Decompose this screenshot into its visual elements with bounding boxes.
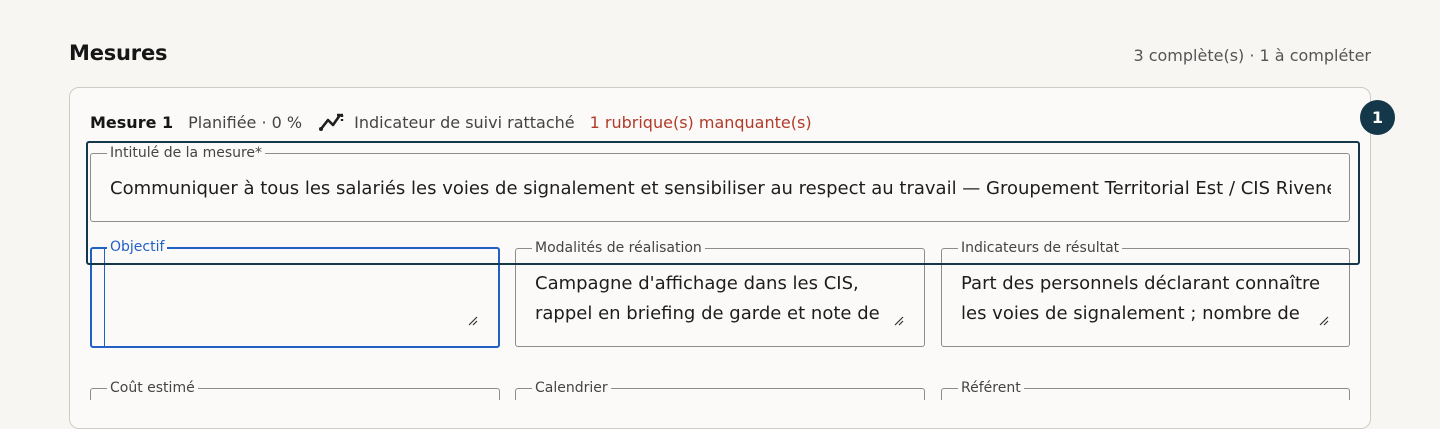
missing-fields-warning: 1 rubrique(s) manquante(s) <box>589 112 812 132</box>
cout-field[interactable]: Coût estimé <box>90 380 500 400</box>
trend-chart-icon <box>319 113 346 131</box>
annotation-badge: 1 <box>1360 100 1395 135</box>
calendrier-field[interactable]: Calendrier <box>515 380 925 400</box>
indicateurs-field[interactable]: Indicateurs de résultat Part des personn… <box>941 240 1350 347</box>
measure-state: Planifiée · 0 % <box>188 112 303 132</box>
referent-field[interactable]: Référent <box>941 380 1350 400</box>
objectif-label: Objectif <box>107 239 168 255</box>
intitule-field[interactable]: Intitulé de la mesure* Communiquer à tou… <box>90 145 1350 222</box>
indicateurs-value: Part des personnels déclarant connaître … <box>961 273 1321 324</box>
resize-handle-icon[interactable] <box>468 316 478 326</box>
calendrier-label: Calendrier <box>532 380 611 396</box>
objectif-field[interactable]: Objectif <box>90 239 500 348</box>
section-status: 3 complète(s) · 1 à compléter <box>1133 46 1371 65</box>
intitule-value: Communiquer à tous les salariés les voie… <box>110 178 1331 199</box>
objectif-value <box>111 269 480 329</box>
resize-handle-icon[interactable] <box>1319 316 1329 326</box>
section-title: Mesures <box>69 41 168 65</box>
modalites-field[interactable]: Modalités de réalisation Campagne d'affi… <box>515 240 925 347</box>
modalites-label: Modalités de réalisation <box>532 240 705 256</box>
indicator-link[interactable]: Indicateur de suivi rattaché <box>318 111 575 133</box>
intitule-label: Intitulé de la mesure* <box>107 145 266 161</box>
text-caret <box>104 249 105 346</box>
measure-name: Mesure 1 <box>90 112 174 132</box>
referent-label: Référent <box>958 380 1024 396</box>
indicator-label: Indicateur de suivi rattaché <box>354 112 575 132</box>
indicateurs-label: Indicateurs de résultat <box>958 240 1123 256</box>
measure-header: Mesure 1 Planifiée · 0 % Indicateur de s… <box>90 111 812 133</box>
cout-label: Coût estimé <box>107 380 198 396</box>
resize-handle-icon[interactable] <box>894 316 904 326</box>
modalites-value: Campagne d'affichage dans les CIS, rappe… <box>535 273 880 324</box>
